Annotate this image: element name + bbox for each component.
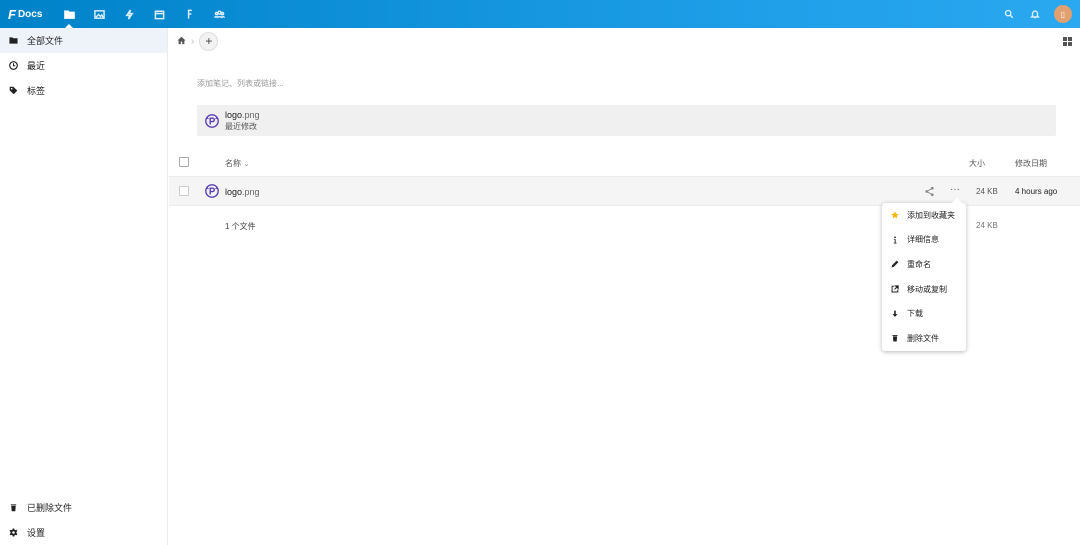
sidebar-item-deleted-files[interactable]: 已删除文件 [0, 495, 167, 520]
sidebar-footer: 已删除文件 设置 [0, 495, 167, 545]
menu-item-label: 移动或复制 [907, 284, 947, 294]
share-icon[interactable] [924, 186, 935, 197]
download-icon [890, 309, 899, 318]
avatar-initial: ▯ [1060, 9, 1066, 19]
menu-item-delete-file[interactable]: 删除文件 [882, 326, 966, 351]
recent-file-basename: logo [225, 109, 243, 120]
menu-item-label: 下载 [907, 309, 923, 319]
file-extension: .png [242, 187, 260, 197]
files-app-icon[interactable] [54, 0, 84, 28]
sidebar-item-label: 最近 [27, 61, 46, 71]
menu-item-download[interactable]: 下载 [882, 301, 966, 326]
menu-item-move-or-copy[interactable]: 移动或复制 [882, 277, 966, 302]
home-icon[interactable] [177, 36, 186, 47]
app-navigation [54, 0, 234, 28]
top-header: F Docs ▯ [0, 0, 1080, 28]
menu-item-details[interactable]: 详细信息 [882, 228, 966, 253]
sidebar-item-label: 已删除文件 [27, 503, 73, 513]
sort-indicator-icon: ⌄ [243, 159, 250, 168]
file-actions-menu: 添加到收藏夹 详细信息 重命名 移动或复制 下载 删除文件 [882, 198, 966, 351]
sidebar-item-label: 全部文件 [27, 36, 64, 46]
photos-app-icon[interactable] [84, 0, 114, 28]
menu-item-label: 添加到收藏夹 [907, 210, 955, 220]
pencil-icon [890, 260, 899, 269]
sidebar-item-all-files[interactable]: 全部文件 [0, 28, 167, 53]
file-basename: logo [225, 187, 243, 197]
sidebar: 全部文件 最近 标签 已删除文件 设置 [0, 28, 168, 545]
select-all-checkbox[interactable] [179, 157, 189, 167]
info-icon [890, 235, 899, 244]
clock-icon [8, 61, 18, 71]
header-right: ▯ [996, 0, 1072, 28]
sidebar-item-label: 设置 [27, 528, 46, 538]
rich-workspace-placeholder[interactable]: 添加笔记、列表或链接... [197, 78, 284, 89]
menu-item-label: 删除文件 [907, 333, 939, 343]
menu-item-label: 详细信息 [907, 235, 939, 245]
gear-icon [8, 528, 18, 538]
column-name-label: 名称 [225, 159, 241, 168]
image-file-icon [205, 113, 219, 128]
trash-icon [8, 503, 18, 513]
breadcrumb-separator-icon: › [191, 35, 195, 47]
table-row[interactable]: logo.png ··· 24 KB 4 hours ago [169, 176, 1080, 206]
file-name[interactable]: logo.png [225, 187, 260, 197]
menu-item-label: 重命名 [907, 259, 931, 269]
recent-file-texts: logo.png 最近修改 [225, 110, 260, 132]
recent-file-extension: .png [242, 109, 260, 120]
user-avatar[interactable]: ▯ [1054, 5, 1072, 23]
sidebar-item-recent[interactable]: 最近 [0, 53, 167, 78]
menu-item-add-to-favorites[interactable]: 添加到收藏夹 [882, 203, 966, 228]
breadcrumb: › + [169, 28, 1080, 54]
search-icon[interactable] [996, 0, 1022, 28]
folder-icon [8, 36, 18, 46]
file-count-summary: 1 个文件 [225, 222, 256, 231]
menu-item-rename[interactable]: 重命名 [882, 252, 966, 277]
external-link-icon [890, 285, 899, 294]
sidebar-item-settings[interactable]: 设置 [0, 520, 167, 545]
notifications-icon[interactable] [1022, 0, 1048, 28]
new-button[interactable]: + [199, 31, 219, 51]
calendar-app-icon[interactable] [144, 0, 174, 28]
column-name-header[interactable]: 名称 ⌄ [225, 158, 250, 169]
brand-f: F [8, 6, 16, 22]
row-checkbox[interactable] [179, 186, 189, 196]
contacts-app-icon[interactable] [204, 0, 234, 28]
recent-file-subtitle: 最近修改 [225, 121, 257, 131]
tag-icon [8, 86, 18, 96]
column-modified-header[interactable]: 修改日期 [1015, 158, 1047, 169]
column-size-header[interactable]: 大小 [969, 158, 985, 169]
f-app-icon[interactable] [174, 0, 204, 28]
star-icon [890, 211, 899, 220]
sidebar-item-tags[interactable]: 标签 [0, 78, 167, 103]
more-actions-button[interactable]: ··· [950, 184, 960, 195]
grid-view-toggle-icon[interactable] [1063, 37, 1072, 46]
total-size-summary: 24 KB [976, 221, 998, 230]
new-button-label: + [205, 34, 213, 48]
brand-name: Docs [17, 8, 43, 20]
recent-file-card[interactable]: logo.png 最近修改 [197, 105, 1056, 136]
sidebar-item-label: 标签 [27, 86, 46, 96]
activity-app-icon[interactable] [114, 0, 144, 28]
trash-icon [890, 334, 899, 343]
file-modified: 4 hours ago [1015, 187, 1058, 196]
file-size: 24 KB [976, 187, 998, 196]
recent-file-name: logo.png [225, 110, 260, 120]
file-list-header: 名称 ⌄ 大小 修改日期 [169, 152, 1080, 174]
image-file-icon [205, 184, 219, 198]
brand-logo[interactable]: F Docs [8, 7, 42, 22]
